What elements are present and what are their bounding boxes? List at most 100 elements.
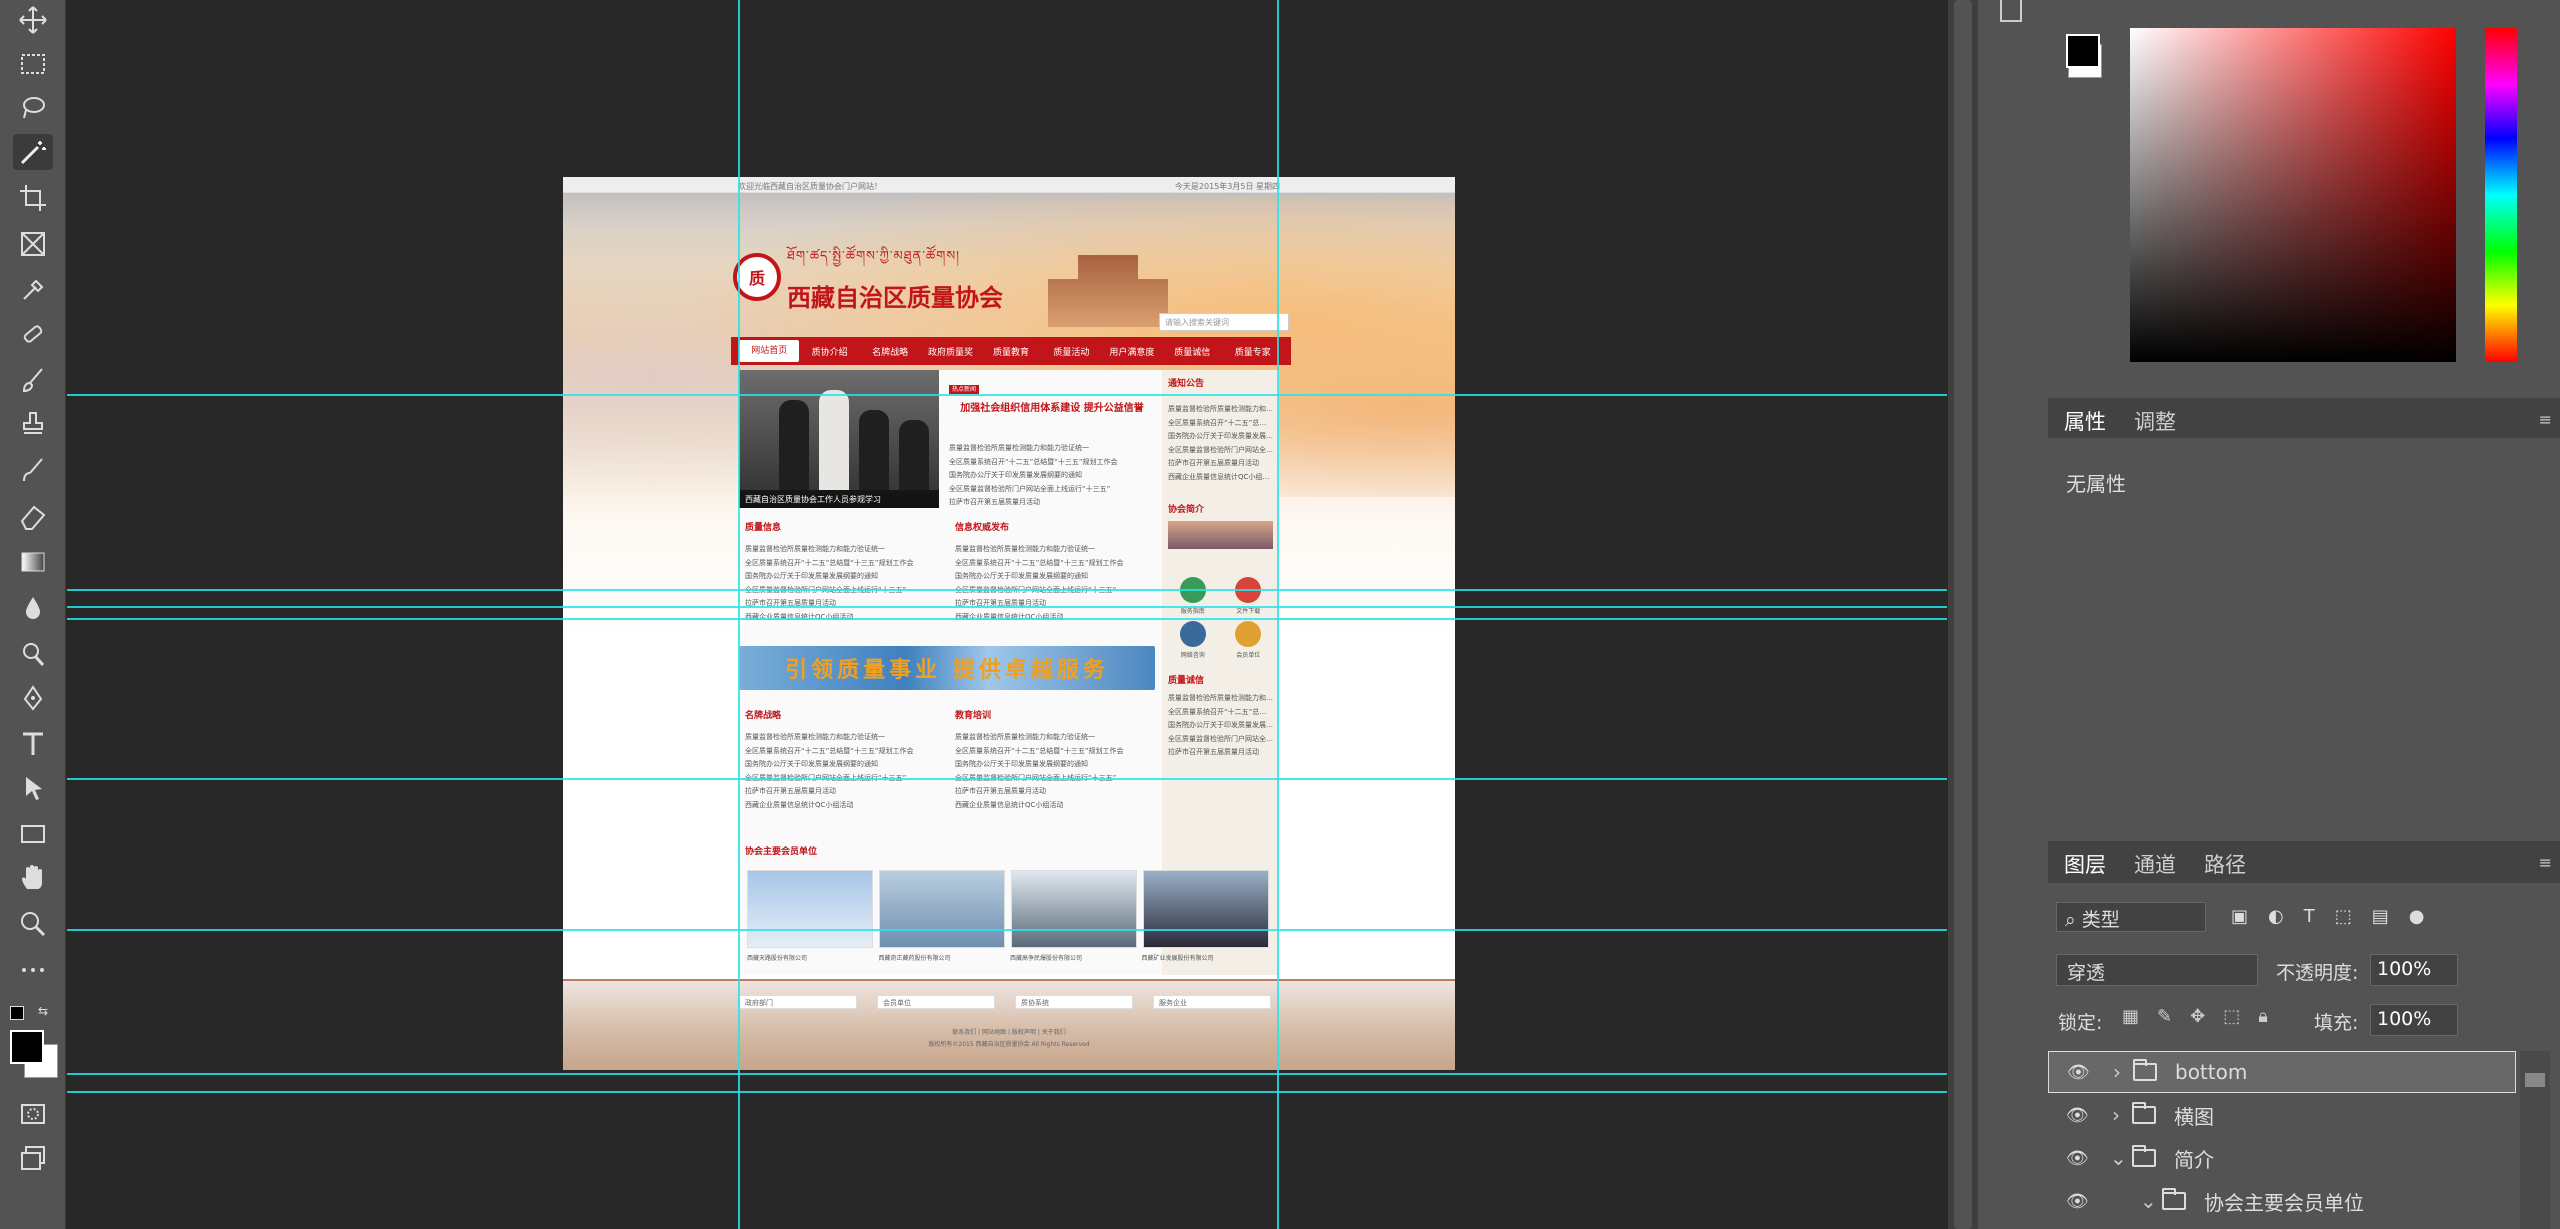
tab-layers[interactable]: 图层 — [2064, 849, 2106, 879]
logo-seal-icon: 质 — [733, 253, 781, 301]
filter-pixel-icon[interactable]: ▣ — [2231, 906, 2248, 927]
crop-icon[interactable] — [13, 180, 53, 216]
filter-shape-icon[interactable]: ⬚ — [2335, 906, 2352, 927]
layer-row[interactable]: 👁︎ › 横图 — [2048, 1094, 2516, 1136]
properties-tabs: 属性 调整 ≡ — [2048, 398, 2560, 438]
panel-menu-icon[interactable]: ≡ — [2539, 853, 2552, 872]
tab-adjustments[interactable]: 调整 — [2134, 406, 2176, 436]
path-select-icon[interactable] — [13, 770, 53, 806]
nav-item: 质量活动 — [1053, 347, 1090, 358]
guide-vertical — [738, 0, 740, 1229]
lock-all-icon[interactable]: 🔒︎ — [2258, 1006, 2268, 1027]
eye-icon[interactable]: 👁︎ — [2067, 1062, 2090, 1083]
credit-title: 质量诚信 — [1168, 676, 1205, 686]
news-item: 国务院办公厅关于印发质量发展纲要的通知 — [745, 760, 878, 768]
blend-mode-select[interactable]: 穿透 — [2056, 954, 2258, 986]
eye-icon[interactable]: 👁︎ — [2066, 1148, 2089, 1169]
vertical-scrollbar[interactable] — [1948, 0, 1978, 1229]
filter-adjustment-icon[interactable]: ◐ — [2268, 906, 2284, 927]
opacity-label: 不透明度: — [2276, 962, 2359, 984]
nav-item: 用户满意度 — [1109, 347, 1155, 358]
stamp-icon[interactable] — [13, 406, 53, 442]
move-icon[interactable] — [13, 2, 53, 38]
footer-select: 会员单位 — [877, 995, 995, 1009]
eyedropper-icon[interactable] — [13, 272, 53, 308]
news-item: 全区质量系统召开“十二五”总结暨“十三五”规划工作会 — [955, 746, 1124, 755]
document-canvas[interactable]: 欢迎光临西藏自治区质量协会门户网站！ 今天是2015年3月5日 星期四 质 ཐོ… — [563, 177, 1455, 1070]
panel-foreground-swatch[interactable] — [2066, 34, 2100, 68]
frame-icon[interactable] — [13, 226, 53, 262]
tab-paths[interactable]: 路径 — [2204, 849, 2246, 879]
panel-menu-icon[interactable]: ≡ — [2539, 410, 2552, 429]
lasso-icon[interactable] — [13, 90, 53, 126]
lock-artboard-icon[interactable]: ⬚ — [2223, 1006, 2240, 1027]
quick-mask-icon[interactable] — [13, 1096, 53, 1132]
news-item: 西藏企业质量信息统计QC小组活动 — [1168, 472, 1273, 481]
layer-name: 协会主要会员单位 — [2204, 1190, 2364, 1215]
news-item: 质量监督检验所质量检测能力和能力验证统一 — [745, 733, 885, 741]
fill-input[interactable]: 100% — [2370, 1004, 2458, 1036]
pen-icon[interactable] — [13, 680, 53, 716]
guide-horizontal — [67, 778, 1947, 780]
footer-copyright: 版权所有©2015 西藏自治区质量协会 All Rights Reserved — [928, 1041, 1090, 1048]
magic-wand-icon[interactable] — [13, 134, 53, 170]
healing-icon[interactable] — [13, 316, 53, 352]
brush-icon[interactable] — [13, 362, 53, 398]
swap-colors-icon[interactable]: ⇆ — [38, 1004, 52, 1018]
tab-channels[interactable]: 通道 — [2134, 849, 2176, 879]
layer-row[interactable]: 👁︎ ⌄ 简介 — [2048, 1137, 2516, 1179]
layers-scrollbar[interactable] — [2520, 1051, 2550, 1229]
color-picker-field[interactable] — [2130, 28, 2456, 362]
news-item: 国务院办公厅关于印发质量发展纲要的通知 — [745, 572, 878, 580]
filter-smart-object-icon[interactable]: ▤ — [2372, 906, 2389, 927]
lock-transparent-icon[interactable]: ▦ — [2122, 1006, 2139, 1027]
chevron-right-icon[interactable]: › — [2112, 1103, 2120, 1127]
history-brush-icon[interactable] — [13, 452, 53, 488]
layer-filter-value: 类型 — [2081, 909, 2120, 931]
layer-row[interactable]: 👁︎ › bottom — [2048, 1051, 2516, 1093]
lock-position-icon[interactable]: ✥ — [2190, 1006, 2205, 1027]
canvas-area[interactable]: 欢迎光临西藏自治区质量协会门户网站！ 今天是2015年3月5日 星期四 质 ཐོ… — [67, 0, 1947, 1229]
news-item: 质量监督检验所质量检测能力和能力验证统一 — [955, 545, 1095, 553]
rectangle-icon[interactable] — [13, 816, 53, 852]
lock-pixels-icon[interactable]: ✎ — [2157, 1006, 2172, 1027]
nav-item: 网站首页 — [739, 340, 800, 362]
member-image — [1143, 870, 1269, 948]
more-icon[interactable] — [13, 952, 53, 988]
tab-properties[interactable]: 属性 — [2064, 406, 2106, 436]
tool-panel: ⇆ — [0, 0, 66, 1229]
foreground-color-swatch[interactable] — [10, 1030, 44, 1064]
zoom-icon[interactable] — [13, 906, 53, 942]
chevron-down-icon[interactable]: ⌄ — [2140, 1189, 2157, 1213]
eye-icon[interactable]: 👁︎ — [2066, 1191, 2089, 1212]
guide-horizontal — [67, 929, 1947, 931]
blur-icon[interactable] — [13, 590, 53, 626]
eye-icon[interactable]: 👁︎ — [2066, 1105, 2089, 1126]
chevron-right-icon[interactable]: › — [2113, 1060, 2121, 1084]
lock-label: 锁定: — [2058, 1012, 2103, 1034]
filter-type-icon[interactable]: T — [2304, 906, 2315, 927]
eraser-icon[interactable] — [13, 498, 53, 534]
hue-slider[interactable] — [2485, 28, 2517, 362]
screen-mode-icon[interactable] — [13, 1140, 53, 1176]
member-image — [747, 870, 873, 948]
footer-select: 服务企业 — [1153, 995, 1271, 1009]
marquee-icon[interactable] — [13, 46, 53, 82]
hand-icon[interactable] — [13, 860, 53, 896]
default-colors-icon[interactable] — [10, 1006, 24, 1020]
file-download: 文件下载 — [1224, 577, 1274, 615]
history-panel-icon[interactable] — [2000, 0, 2022, 22]
type-icon[interactable] — [13, 726, 53, 762]
layer-row[interactable]: 👁︎ ⌄ 协会主要会员单位 — [2048, 1180, 2516, 1222]
news-item: 国务院办公厅关于印发质量发展纲要的通知 — [949, 471, 1082, 479]
dodge-icon[interactable] — [13, 636, 53, 672]
member-units: 会员单位 — [1224, 621, 1274, 659]
headline: 加强社会组织信用体系建设 提升公益信誉 — [960, 403, 1144, 414]
opacity-input[interactable]: 100% — [2370, 954, 2458, 986]
folder-icon — [2132, 1102, 2156, 1124]
layer-filter-select[interactable]: ⌕ 类型 — [2056, 902, 2206, 932]
gradient-icon[interactable] — [13, 544, 53, 580]
layer-name: bottom — [2175, 1060, 2248, 1084]
chevron-down-icon[interactable]: ⌄ — [2110, 1146, 2127, 1170]
filter-toggle-icon[interactable]: ● — [2409, 906, 2425, 927]
